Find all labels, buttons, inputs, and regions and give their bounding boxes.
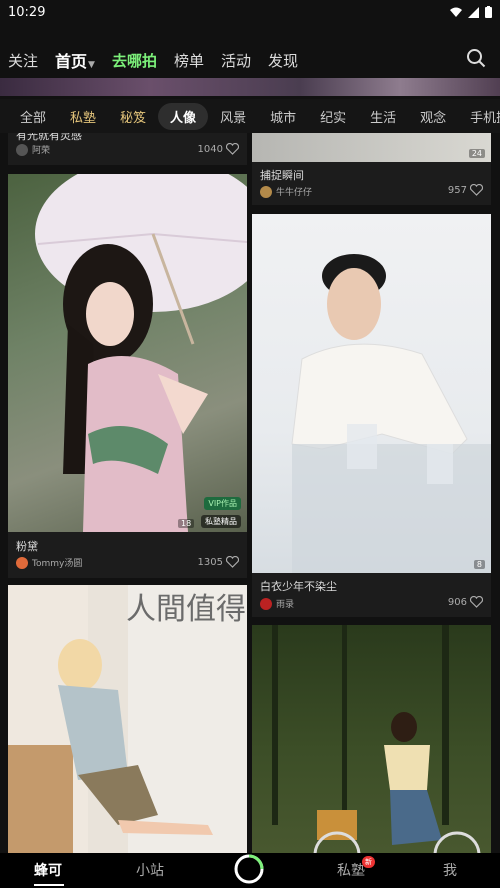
image-count: 24 bbox=[468, 149, 485, 158]
category-concept[interactable]: 观念 bbox=[408, 103, 458, 130]
nav-where-to-shoot[interactable]: 去哪拍 bbox=[112, 50, 157, 71]
nav-discover[interactable]: 发现 bbox=[268, 50, 298, 71]
category-life[interactable]: 生活 bbox=[358, 103, 408, 130]
avatar bbox=[260, 185, 272, 198]
card-image: 8 bbox=[252, 214, 491, 573]
card-image bbox=[252, 625, 491, 853]
avatar bbox=[16, 556, 28, 569]
vip-badge: VIP作品 bbox=[204, 497, 241, 510]
photo-illustration: 人間值得 bbox=[8, 585, 247, 853]
category-tabs: 全部 私塾 秘笈 人像 风景 城市 纪实 生活 观念 手机摄影 bbox=[0, 99, 500, 133]
new-badge: 新 bbox=[362, 856, 375, 868]
card-title: 有光就有灵感 bbox=[16, 133, 82, 142]
top-nav: 关注 首页▼ 去哪拍 榜单 活动 发现 bbox=[0, 40, 500, 80]
photo-illustration bbox=[35, 174, 247, 532]
card-author: 牛牛仔仔 bbox=[260, 185, 312, 198]
card-title: 白衣少年不染尘 bbox=[260, 580, 337, 593]
photo-card[interactable]: 24 捕捉瞬间 牛牛仔仔 957 bbox=[252, 133, 491, 205]
search-icon[interactable] bbox=[466, 48, 486, 68]
caret-down-icon: ▼ bbox=[88, 60, 95, 70]
nav-follow[interactable]: 关注 bbox=[8, 50, 38, 71]
nav-ranking[interactable]: 榜单 bbox=[174, 50, 204, 71]
like-count: 957 bbox=[447, 184, 467, 196]
author-name: 牛牛仔仔 bbox=[276, 188, 313, 198]
bottom-nav-home[interactable]: 蜂可 bbox=[34, 860, 62, 880]
card-title: 粉黛 bbox=[16, 540, 38, 553]
photo-illustration bbox=[291, 254, 491, 573]
category-tips[interactable]: 秘笈 bbox=[108, 103, 158, 130]
status-time: 10:29 bbox=[8, 4, 46, 20]
image-count: 18 bbox=[178, 519, 195, 528]
bottom-nav-private-school[interactable]: 私塾 bbox=[337, 860, 365, 880]
card-title: 捕捉瞬间 bbox=[260, 169, 304, 182]
photo-illustration bbox=[272, 625, 481, 853]
image-count: 8 bbox=[473, 560, 485, 569]
card-author: 雨录 bbox=[260, 597, 294, 610]
avatar bbox=[260, 597, 272, 610]
poster-char-1: 人間值得 bbox=[126, 592, 246, 627]
category-portrait[interactable]: 人像 bbox=[158, 102, 209, 130]
avatar bbox=[16, 143, 28, 156]
photo-card[interactable]: VIP作品 18 私塾精品 粉黛 Tommy汤圆 1305 bbox=[8, 174, 247, 578]
card-image: 24 bbox=[252, 133, 491, 162]
author-name: 雨录 bbox=[276, 600, 295, 610]
category-city[interactable]: 城市 bbox=[258, 103, 308, 130]
card-author: Tommy汤圆 bbox=[16, 556, 82, 569]
heart-icon bbox=[226, 143, 239, 155]
heart-icon bbox=[226, 556, 239, 568]
heart-icon bbox=[470, 596, 483, 608]
bottom-nav-me[interactable]: 我 bbox=[443, 860, 457, 880]
like-count: 906 bbox=[447, 596, 467, 608]
category-mobile-photography[interactable]: 手机摄影 bbox=[458, 103, 500, 130]
photo-card[interactable]: 有光就有灵感 阿荣 1040 bbox=[8, 133, 247, 165]
card-likes[interactable]: 1305 bbox=[198, 556, 239, 568]
status-bar: 10:29 bbox=[0, 0, 500, 24]
card-author: 阿荣 bbox=[16, 143, 50, 156]
card-likes[interactable]: 957 bbox=[448, 184, 483, 196]
author-name: Tommy汤圆 bbox=[32, 559, 83, 569]
like-count: 1040 bbox=[197, 143, 223, 155]
nav-home-label: 首页 bbox=[55, 52, 88, 71]
card-image: VIP作品 18 私塾精品 bbox=[8, 174, 247, 532]
card-likes[interactable]: 906 bbox=[448, 596, 483, 608]
category-all[interactable]: 全部 bbox=[8, 103, 58, 130]
signal-icon bbox=[468, 6, 479, 18]
card-likes[interactable]: 1040 bbox=[198, 143, 239, 155]
photo-card[interactable]: 人間值得 bbox=[8, 585, 247, 853]
card-image: 人間值得 bbox=[8, 585, 247, 853]
banner-strip[interactable] bbox=[0, 78, 500, 96]
active-tab-underline bbox=[34, 884, 64, 886]
camera-button-icon[interactable] bbox=[234, 854, 264, 884]
battery-icon bbox=[485, 6, 492, 18]
category-documentary[interactable]: 纪实 bbox=[308, 103, 358, 130]
wifi-icon bbox=[450, 7, 462, 17]
category-landscape[interactable]: 风景 bbox=[208, 103, 258, 130]
author-name: 阿荣 bbox=[32, 146, 51, 156]
nav-activity[interactable]: 活动 bbox=[221, 50, 251, 71]
photo-feed: 有光就有灵感 阿荣 1040 24 捕捉瞬间 牛牛仔仔 957 VIP作品 18… bbox=[0, 133, 500, 853]
bottom-nav: 蜂可 小站 私塾 新 我 bbox=[0, 853, 500, 888]
photo-card[interactable]: 8 白衣少年不染尘 雨录 906 bbox=[252, 214, 491, 617]
status-icons bbox=[450, 6, 492, 18]
photo-card[interactable] bbox=[252, 625, 491, 853]
private-school-badge: 私塾精品 bbox=[201, 515, 241, 528]
bottom-nav-station[interactable]: 小站 bbox=[136, 860, 164, 880]
category-private-school[interactable]: 私塾 bbox=[58, 103, 108, 130]
heart-icon bbox=[470, 184, 483, 196]
like-count: 1305 bbox=[197, 556, 223, 568]
nav-home[interactable]: 首页▼ bbox=[55, 48, 95, 72]
